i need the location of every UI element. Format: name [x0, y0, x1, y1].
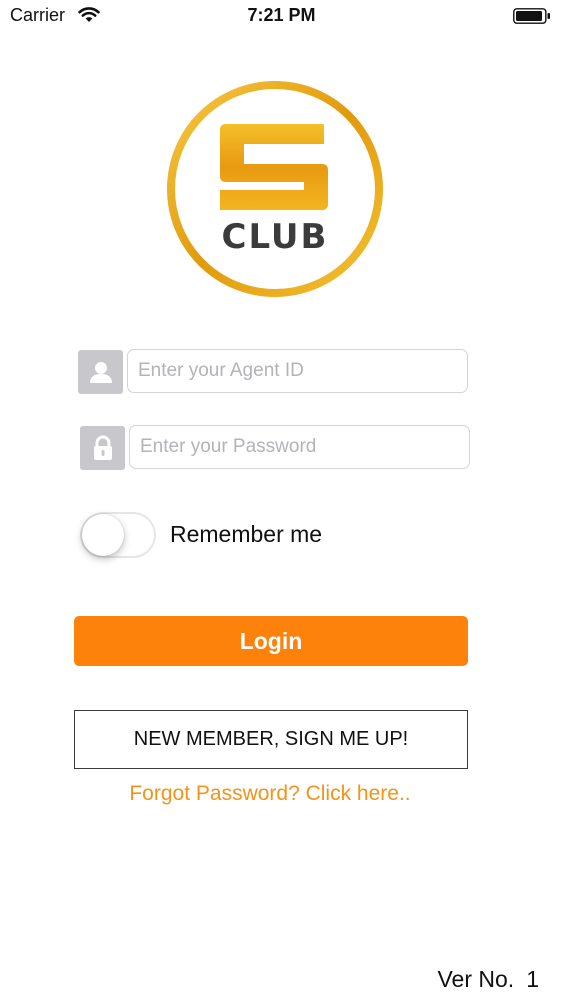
lock-icon: [80, 426, 125, 470]
version-number: 1: [526, 966, 539, 992]
password-input[interactable]: [129, 425, 470, 469]
forgot-password-link[interactable]: Forgot Password? Click here..: [0, 782, 540, 806]
login-button[interactable]: Login: [74, 616, 468, 666]
logo-club-text: CLUB: [222, 217, 329, 257]
signup-button[interactable]: NEW MEMBER, SIGN ME UP!: [74, 710, 468, 769]
agent-id-input[interactable]: [127, 349, 468, 393]
toggle-knob: [82, 514, 124, 556]
status-time: 7:21 PM: [247, 5, 316, 25]
remember-me-toggle[interactable]: [80, 512, 156, 558]
remember-me-label: Remember me: [170, 521, 323, 547]
version-info: Ver No. 1: [437, 966, 539, 993]
password-row: [78, 425, 470, 471]
version-label: Ver No.: [437, 966, 515, 992]
agent-id-row: [78, 349, 470, 395]
user-icon: [78, 350, 123, 394]
battery-icon: [513, 8, 550, 24]
login-screen: Carrier 7:21 PM CLUB Enter your Agent ID…: [0, 0, 563, 1000]
status-bar: Carrier 7:21 PM: [0, 0, 563, 32]
sclub-logo: CLUB: [167, 81, 383, 297]
